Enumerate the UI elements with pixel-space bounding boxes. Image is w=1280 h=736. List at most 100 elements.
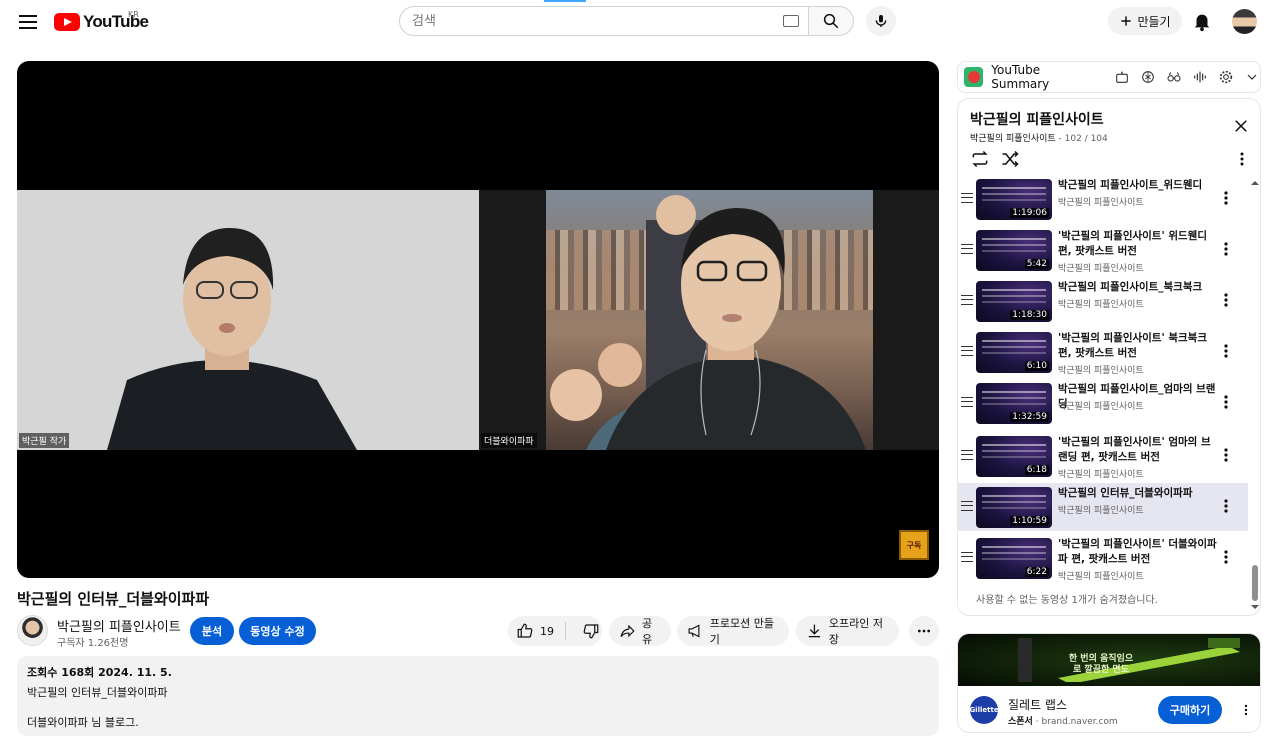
playlist-item[interactable]: 6:18 '박근필의 피플인사이트' 엄마의 브랜딩 편, 팟캐스트 버전박근필의… [958, 432, 1248, 480]
video-duration: 6:22 [1024, 567, 1049, 577]
playlist-position: - 102 / 104 [1055, 134, 1108, 144]
share-label: 공유 [641, 617, 653, 646]
playlist-item[interactable]: 6:10 '박근필의 피플인사이트' 북크북크 편, 팟캐스트 버전박근필의 피플… [958, 328, 1248, 376]
video-thumbnail[interactable]: 1:18:30 [976, 281, 1052, 322]
drag-handle-icon[interactable] [961, 397, 973, 407]
promote-button[interactable]: 프로모션 만들기 [677, 616, 789, 646]
description-box[interactable]: 조회수 168회 2024. 11. 5. 박근필의 인터뷰_더블와이파파 더블… [17, 656, 939, 736]
create-button[interactable]: 만들기 [1108, 7, 1182, 35]
playlist-item-title[interactable]: '박근필의 피플인사이트' 위드웬디 편, 팟캐스트 버전 [1058, 229, 1218, 259]
drag-handle-icon[interactable] [961, 501, 973, 511]
download-label: 오프라인 저장 [828, 617, 883, 646]
advertiser-name[interactable]: 질레트 랩스 [1008, 696, 1067, 713]
video-duration: 1:10:59 [1010, 516, 1049, 526]
playlist-item-channel: 박근필의 피플인사이트 [1058, 402, 1144, 412]
subscribe-watermark[interactable]: 구독 [899, 530, 929, 560]
search-button[interactable] [808, 6, 854, 36]
dislike-button[interactable] [572, 622, 600, 640]
more-actions-button[interactable] [909, 616, 939, 646]
drag-handle-icon[interactable] [961, 552, 973, 562]
youtube-play-icon [54, 13, 80, 31]
playlist-subtitle: 박근필의 피플인사이트 - 102 / 104 [970, 131, 1108, 144]
playlist-item[interactable]: 1:19:06 박근필의 피플인사이트_위드웬디 박근필의 피플인사이트 [958, 175, 1248, 223]
item-menu-icon[interactable] [1224, 550, 1228, 564]
playlist-channel[interactable]: 박근필의 피플인사이트 [970, 134, 1056, 144]
chatgpt-icon[interactable] [1140, 69, 1156, 85]
share-button[interactable]: 공유 [609, 616, 671, 646]
video-thumbnail[interactable]: 1:32:59 [976, 383, 1052, 424]
robot-icon[interactable] [1114, 69, 1130, 85]
video-thumbnail[interactable]: 6:18 [976, 436, 1052, 477]
create-label: 만들기 [1137, 14, 1171, 29]
scroll-down-arrow-icon[interactable] [1251, 603, 1259, 611]
ad-more-icon[interactable] [1238, 702, 1254, 718]
drag-handle-icon[interactable] [961, 346, 973, 356]
glasses-icon[interactable] [1166, 69, 1182, 85]
playlist-item-title[interactable]: 박근필의 피플인사이트_북크북크 [1058, 280, 1218, 295]
like-button[interactable]: 19 [508, 622, 566, 640]
region-code: KR [128, 10, 139, 19]
item-menu-icon[interactable] [1224, 395, 1228, 409]
ad-card[interactable]: 한 번의 움직임으로 깔끔한 면도 Gillette 질레트 랩스 스폰서 · … [957, 633, 1261, 733]
analytics-button[interactable]: 분석 [190, 617, 234, 645]
more-vertical-icon[interactable] [1232, 149, 1252, 169]
channel-name[interactable]: 박근필의 피플인사이트 [57, 616, 181, 635]
playlist-item[interactable]: 1:18:30 박근필의 피플인사이트_북크북크 박근필의 피플인사이트 [958, 277, 1248, 325]
notifications-bell-icon[interactable] [1191, 10, 1213, 32]
item-menu-icon[interactable] [1224, 191, 1228, 205]
video-thumbnail[interactable]: 6:10 [976, 332, 1052, 373]
video-player[interactable]: 박근필 작가 더블와이파파 구독 [17, 61, 939, 578]
left-camera-label: 박근필 작가 [19, 433, 70, 448]
playlist-item[interactable]: 1:32:59 박근필의 피플인사이트_엄마의 브랜딩 박근필의 피플인사이트 [958, 379, 1248, 427]
playlist-title[interactable]: 박근필의 피플인사이트 [970, 109, 1104, 129]
playlist-item-channel: 박근필의 피플인사이트 [1058, 366, 1144, 376]
audio-wave-icon[interactable] [1192, 69, 1208, 85]
scroll-up-arrow-icon[interactable] [1251, 179, 1259, 187]
shuffle-icon[interactable] [1000, 149, 1020, 169]
gear-icon[interactable] [1218, 69, 1234, 85]
playlist-item-title[interactable]: 박근필의 피플인사이트_위드웬디 [1058, 178, 1218, 193]
playlist-item-title[interactable]: 박근필의 인터뷰_더블와이파파 [1058, 486, 1218, 501]
description-line-2: 더블와이파파 님 블로그. [27, 716, 139, 729]
item-menu-icon[interactable] [1224, 293, 1228, 307]
loading-bar [544, 0, 586, 2]
close-icon[interactable] [1232, 117, 1250, 135]
item-menu-icon[interactable] [1224, 242, 1228, 256]
item-menu-icon[interactable] [1224, 499, 1228, 513]
ad-banner-image[interactable]: 한 번의 움직임으로 깔끔한 면도 [958, 634, 1260, 686]
drag-handle-icon[interactable] [961, 450, 973, 460]
voice-search-button[interactable] [866, 6, 896, 36]
video-title: 박근필의 인터뷰_더블와이파파 [17, 590, 210, 608]
menu-icon[interactable] [16, 10, 40, 34]
video-thumbnail[interactable]: 1:19:06 [976, 179, 1052, 220]
loop-icon[interactable] [970, 149, 990, 169]
playlist-item[interactable]: 6:22 '박근필의 피플인사이트' 더블와이파파 편, 팟캐스트 버전 박근필의 … [958, 534, 1248, 582]
promote-label: 프로모션 만들기 [709, 617, 774, 646]
item-menu-icon[interactable] [1224, 344, 1228, 358]
playlist-scrollbar-thumb[interactable] [1252, 565, 1258, 601]
channel-avatar[interactable] [17, 615, 48, 646]
playlist-item-channel: 박근필의 피플인사이트 [1058, 470, 1144, 480]
download-button[interactable]: 오프라인 저장 [796, 616, 899, 646]
playlist-item[interactable]: 5:42 '박근필의 피플인사이트' 위드웬디 편, 팟캐스트 버전 박근필의 피플… [958, 226, 1248, 274]
item-menu-icon[interactable] [1224, 448, 1228, 462]
video-thumbnail[interactable]: 1:10:59 [976, 487, 1052, 528]
chevron-down-icon[interactable] [1244, 69, 1260, 85]
ad-source: 스폰서 · brand.naver.com [1008, 717, 1118, 727]
playlist-item-title[interactable]: '박근필의 피플인사이트' 더블와이파파 편, 팟캐스트 버전 [1058, 537, 1218, 567]
search-input[interactable] [400, 7, 760, 35]
more-horizontal-icon [918, 629, 930, 633]
drag-handle-icon[interactable] [961, 295, 973, 305]
playlist-item-title[interactable]: '박근필의 피플인사이트' 북크북크 편, 팟캐스트 버전 [1058, 331, 1218, 361]
playlist-item[interactable]: 1:10:59 박근필의 인터뷰_더블와이파파 박근필의 피플인사이트 [958, 483, 1248, 531]
video-thumbnail[interactable]: 6:22 [976, 538, 1052, 579]
video-thumbnail[interactable]: 5:42 [976, 230, 1052, 271]
drag-handle-icon[interactable] [961, 244, 973, 254]
edit-video-button[interactable]: 동영상 수정 [239, 617, 316, 645]
account-avatar[interactable] [1232, 9, 1257, 34]
playlist-item-title[interactable]: '박근필의 피플인사이트' 엄마의 브랜딩 편, 팟캐스트 버전 [1058, 435, 1218, 465]
drag-handle-icon[interactable] [961, 193, 973, 203]
video-duration: 1:32:59 [1010, 412, 1049, 422]
buy-button[interactable]: 구매하기 [1158, 696, 1222, 724]
keyboard-icon[interactable] [783, 15, 799, 27]
